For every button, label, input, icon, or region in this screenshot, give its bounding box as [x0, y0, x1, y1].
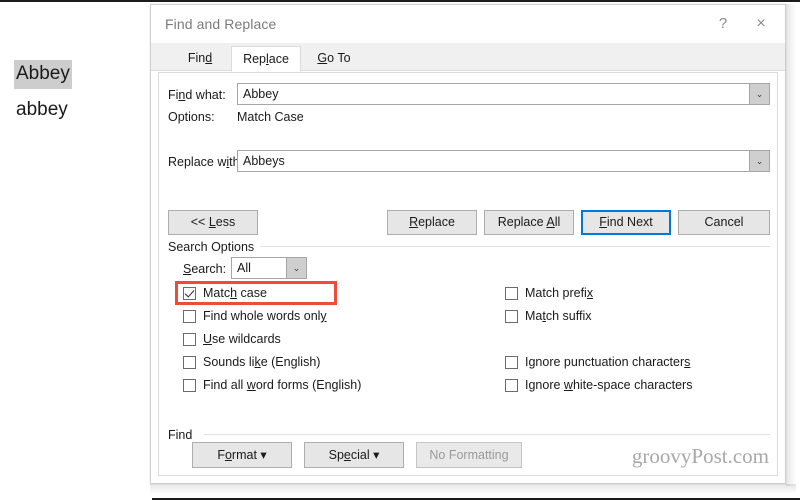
replace-with-value: Abbeys [243, 154, 285, 168]
dialog-title: Find and Replace [165, 16, 277, 32]
help-icon[interactable]: ? [709, 11, 737, 37]
find-what-label: Find what: [168, 88, 226, 102]
dialog-shadow-bottom [150, 484, 796, 494]
checkbox-icon [183, 332, 196, 346]
checkbox-match-case[interactable]: Match case [183, 286, 267, 300]
search-options-group-label: Search Options [168, 240, 261, 254]
document-selected-word[interactable]: Abbey [14, 60, 72, 89]
tab-find-label: Find [187, 51, 213, 65]
replace-all-button[interactable]: Replace All [484, 210, 574, 235]
search-options-separator [259, 246, 770, 247]
checkbox-icon [183, 309, 196, 323]
checkbox-find-all-word-forms-label: Find all word forms (English) [203, 378, 362, 392]
tab-replace[interactable]: Replace [231, 46, 301, 72]
search-scope-dropdown[interactable]: All ⌄ [231, 257, 307, 279]
checkbox-use-wildcards[interactable]: Use wildcards [183, 332, 281, 346]
find-next-button[interactable]: Find Next [581, 210, 671, 235]
checkbox-use-wildcards-label: Use wildcards [203, 332, 281, 346]
replace-button[interactable]: Replace [387, 210, 477, 235]
options-value: Match Case [237, 110, 304, 124]
chevron-down-icon[interactable]: ⌄ [749, 84, 769, 104]
chevron-down-icon[interactable]: ⌄ [749, 151, 769, 171]
checkbox-icon [505, 378, 518, 392]
checkbox-icon [505, 286, 518, 300]
special-button[interactable]: Special ▾ [304, 442, 404, 468]
checkbox-icon [183, 355, 196, 369]
checkbox-ignore-white-space[interactable]: Ignore white-space characters [505, 378, 692, 392]
checkmark-icon [183, 286, 196, 300]
checkbox-match-case-label: Match case [203, 286, 267, 300]
replace-with-label: Replace with: [168, 155, 243, 169]
options-label: Options: [168, 110, 215, 124]
dialog-shadow-right [786, 4, 796, 486]
watermark: groovyPost.com [631, 444, 769, 468]
checkbox-match-suffix[interactable]: Match suffix [505, 309, 591, 323]
checkbox-find-all-word-forms[interactable]: Find all word forms (English) [183, 378, 361, 392]
dialog-tabstrip: Find Replace Go To [151, 43, 785, 72]
tab-go-to[interactable]: Go To [303, 46, 365, 71]
tab-find[interactable]: Find [169, 46, 231, 71]
replace-with-input[interactable]: Abbeys ⌄ [237, 150, 770, 172]
chevron-down-icon[interactable]: ⌄ [286, 258, 306, 278]
checkbox-ignore-punctuation-label: Ignore punctuation characters [525, 355, 691, 369]
checkbox-sounds-like[interactable]: Sounds like (English) [183, 355, 320, 369]
checkbox-icon [183, 378, 196, 392]
document-area: Abbey abbey [0, 4, 152, 500]
no-formatting-button: No Formatting [416, 442, 522, 468]
tab-replace-label: Replace [243, 52, 289, 66]
checkbox-ignore-punctuation[interactable]: Ignore punctuation characters [505, 355, 690, 369]
document-plain-word[interactable]: abbey [14, 96, 70, 125]
checkbox-icon [505, 309, 518, 323]
checkbox-sounds-like-label: Sounds like (English) [203, 355, 321, 369]
checkbox-find-whole-words-only[interactable]: Find whole words only [183, 309, 327, 323]
dialog-body: Find what: Abbey ⌄ Options: Match Case R… [158, 72, 778, 476]
checkbox-match-prefix[interactable]: Match prefix [505, 286, 593, 300]
checkbox-match-prefix-label: Match prefix [525, 286, 594, 300]
find-what-input[interactable]: Abbey ⌄ [237, 83, 770, 105]
search-scope-label: Search: [183, 262, 227, 276]
checkbox-find-whole-words-only-label: Find whole words only [203, 309, 327, 323]
checkbox-ignore-white-space-label: Ignore white-space characters [525, 378, 693, 392]
find-what-value: Abbey [243, 87, 279, 101]
find-group-label: Find [168, 428, 199, 442]
close-icon[interactable]: × [747, 11, 775, 37]
checkbox-icon [505, 355, 518, 369]
search-scope-value: All [237, 261, 251, 275]
dialog-titlebar[interactable]: Find and Replace ? × [151, 5, 785, 43]
find-group-separator [204, 434, 770, 435]
tab-go-to-label: Go To [317, 51, 351, 65]
checkbox-match-suffix-label: Match suffix [525, 309, 592, 323]
less-button[interactable]: << Less [168, 210, 258, 235]
format-button[interactable]: Format ▾ [192, 442, 292, 468]
find-and-replace-dialog: Find and Replace ? × Find Replace Go To … [150, 4, 786, 484]
cancel-button[interactable]: Cancel [678, 210, 770, 235]
